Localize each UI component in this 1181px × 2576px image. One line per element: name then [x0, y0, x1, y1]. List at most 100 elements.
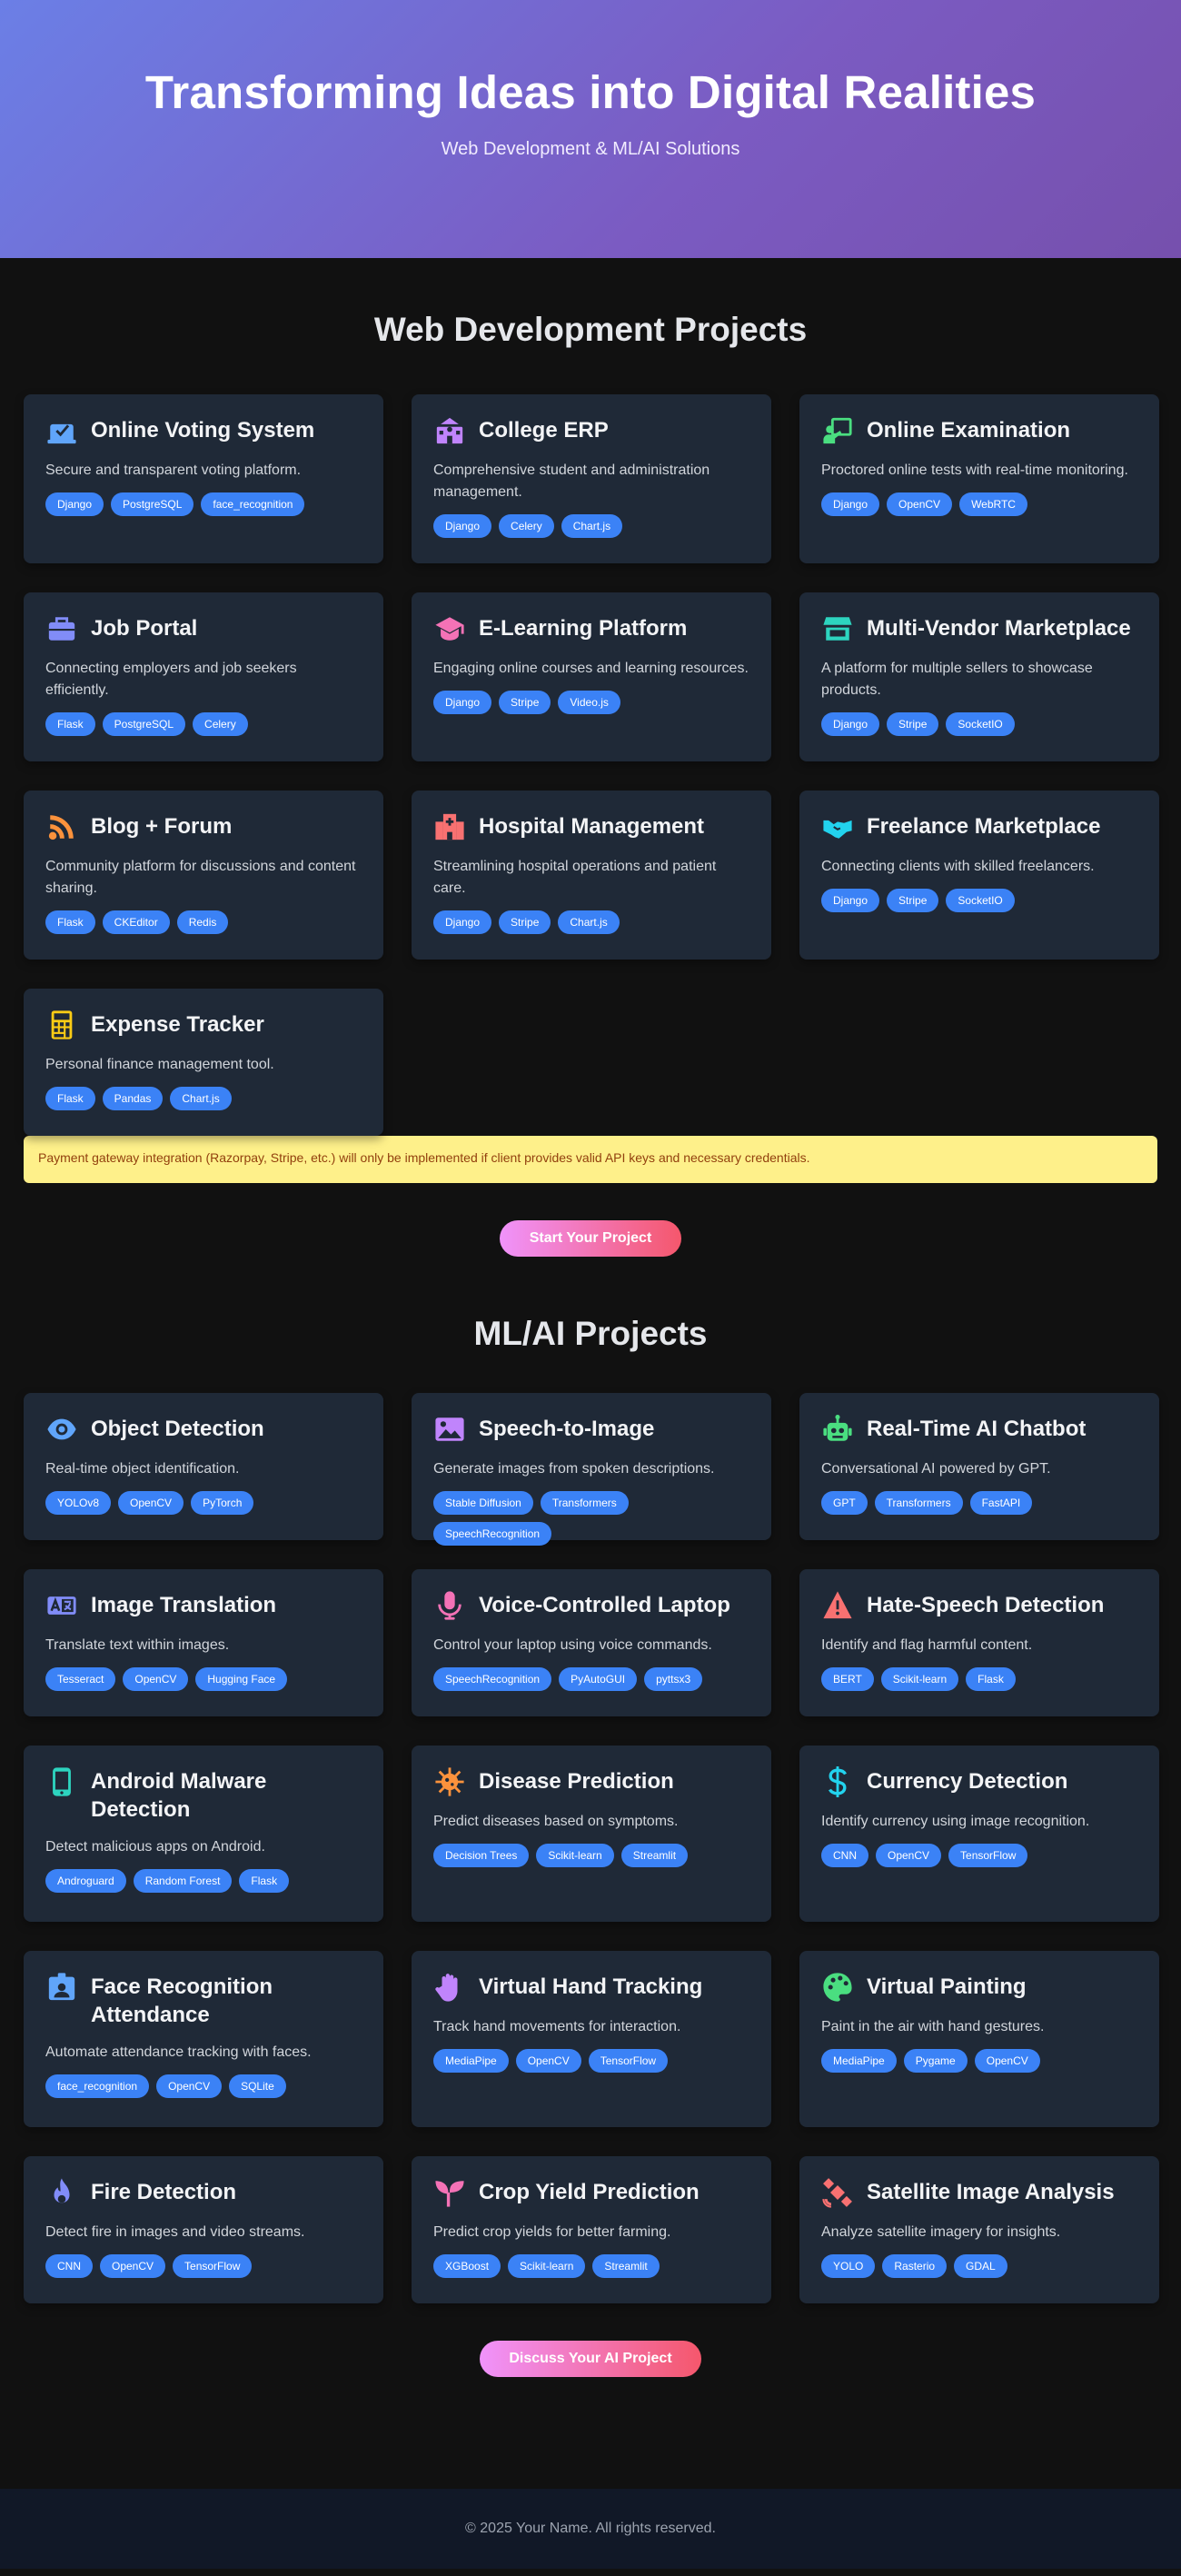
- project-card: Image Translation Translate text within i…: [24, 1569, 383, 1716]
- calculator-icon: [45, 1009, 78, 1041]
- card-header: Object Detection: [45, 1413, 362, 1446]
- project-card: Object Detection Real-time object identif…: [24, 1393, 383, 1540]
- tech-tag: OpenCV: [515, 2049, 581, 2073]
- card-title: Freelance Marketplace: [867, 814, 1101, 839]
- project-card: Voice-Controlled Laptop Control your lapt…: [412, 1569, 771, 1716]
- web-projects-section: Web Development Projects Online Voting S…: [0, 311, 1181, 1136]
- tech-tag: Random Forest: [133, 1869, 233, 1893]
- card-description: Predict crop yields for better farming.: [433, 2224, 671, 2240]
- project-card: Virtual Hand Tracking Track hand movement…: [412, 1951, 771, 2127]
- start-project-button[interactable]: Start Your Project: [500, 1220, 681, 1257]
- tech-tag: Rasterio: [882, 2254, 948, 2278]
- project-card: Android Malware Detection Detect maliciou…: [24, 1746, 383, 1922]
- tech-tag: Transformers: [874, 1491, 963, 1515]
- card-header: Crop Yield Prediction: [433, 2176, 749, 2209]
- seedling-icon: [433, 2176, 466, 2209]
- tech-tags: SpeechRecognition PyAutoGUI pyttsx3: [433, 1667, 749, 1691]
- tech-tag: MediaPipe: [433, 2049, 509, 2073]
- tech-tag: Django: [821, 492, 880, 516]
- tech-tag: Django: [45, 492, 104, 516]
- card-title: Hate-Speech Detection: [867, 1593, 1105, 1617]
- tech-tag: PyTorch: [191, 1491, 254, 1515]
- project-card: Face Recognition Attendance Automate atte…: [24, 1951, 383, 2127]
- card-title: College ERP: [479, 418, 609, 443]
- tech-tag: PostgreSQL: [111, 492, 194, 516]
- card-title: Face Recognition Attendance: [91, 1974, 273, 2027]
- graduation-cap-icon: [433, 612, 466, 645]
- tech-tag: Chart.js: [558, 910, 620, 934]
- tech-tag: OpenCV: [118, 1491, 184, 1515]
- card-title: Hospital Management: [479, 814, 705, 839]
- tech-tag: Django: [821, 712, 880, 736]
- tech-tags: Tesseract OpenCV Hugging Face: [45, 1667, 362, 1691]
- project-card: Online Voting System Secure and transpare…: [24, 394, 383, 563]
- tech-tag: SpeechRecognition: [433, 1522, 552, 1546]
- card-description: Streamlining hospital operations and pat…: [433, 859, 717, 896]
- tech-tag: OpenCV: [156, 2074, 223, 2098]
- tech-tag: XGBoost: [433, 2254, 501, 2278]
- card-description: Connecting clients with skilled freelanc…: [821, 859, 1095, 874]
- tech-tags: GPT Transformers FastAPI: [821, 1491, 1137, 1515]
- card-header: Speech-to-Image: [433, 1413, 749, 1446]
- tech-tag: Stripe: [887, 889, 939, 912]
- tech-tag: Flask: [45, 712, 95, 736]
- hero-title: Transforming Ideas into Digital Realitie…: [144, 66, 1037, 118]
- tech-tags: face_recognition OpenCV SQLite: [45, 2074, 362, 2098]
- tech-tag: Django: [433, 514, 492, 538]
- microphone-icon: [433, 1589, 466, 1622]
- card-description: Automate attendance tracking with faces.: [45, 2044, 312, 2060]
- tech-tag: GPT: [821, 1491, 868, 1515]
- warning-icon: [821, 1589, 854, 1622]
- tech-tag: Scikit-learn: [536, 1844, 614, 1867]
- project-card: Speech-to-Image Generate images from spok…: [412, 1393, 771, 1546]
- fire-icon: [45, 2176, 78, 2209]
- tech-tags: Flask Pandas Chart.js: [45, 1087, 362, 1110]
- card-description: Control your laptop using voice commands…: [433, 1637, 712, 1653]
- briefcase-icon: [45, 612, 78, 645]
- project-card: Multi-Vendor Marketplace A platform for m…: [799, 592, 1159, 761]
- tech-tag: OpenCV: [123, 1667, 189, 1691]
- robot-icon: [821, 1413, 854, 1446]
- footer: © 2025 Your Name. All rights reserved.: [0, 2489, 1181, 2569]
- project-card: Hospital Management Streamlining hospital…: [412, 791, 771, 960]
- tech-tag: BERT: [821, 1667, 874, 1691]
- vote-icon: [45, 414, 78, 447]
- project-card: Online Examination Proctored online tests…: [799, 394, 1159, 563]
- ml-section-title: ML/AI Projects: [473, 1315, 708, 1352]
- card-header: Expense Tracker: [45, 1009, 362, 1041]
- card-title: Virtual Hand Tracking: [479, 1974, 703, 1999]
- card-title: Disease Prediction: [479, 1769, 674, 1794]
- tech-tag: OpenCV: [887, 492, 953, 516]
- tech-tag: Django: [433, 910, 492, 934]
- hero-subtitle: Web Development & ML/AI Solutions: [441, 139, 740, 159]
- tech-tag: SocketIO: [946, 889, 1015, 912]
- tech-tag: PostgreSQL: [102, 712, 186, 736]
- card-header: Android Malware Detection: [45, 1765, 362, 1824]
- tech-tag: CKEditor: [102, 910, 170, 934]
- tech-tag: Stripe: [499, 910, 551, 934]
- discuss-ai-project-button[interactable]: Discuss Your AI Project: [480, 2341, 701, 2377]
- language-icon: [45, 1589, 78, 1622]
- card-description: Proctored online tests with real-time mo…: [821, 462, 1128, 478]
- tech-tag: Stripe: [499, 691, 551, 714]
- tech-tag: Redis: [176, 910, 229, 934]
- tech-tags: Decision Trees Scikit-learn Streamlit: [433, 1844, 749, 1867]
- project-card: Currency Detection Identify currency usin…: [799, 1746, 1159, 1922]
- card-description: Personal finance management tool.: [45, 1057, 274, 1072]
- card-description: Community platform for discussions and c…: [45, 859, 356, 896]
- tech-tag: Video.js: [558, 691, 620, 714]
- card-header: Face Recognition Attendance: [45, 1971, 362, 2029]
- card-description: Predict diseases based on symptoms.: [433, 1814, 679, 1829]
- tech-tag: Django: [433, 691, 492, 714]
- payment-notice: Payment gateway integration (Razorpay, S…: [24, 1136, 1157, 1183]
- tech-tag: TensorFlow: [588, 2049, 669, 2073]
- card-title: Speech-to-Image: [479, 1417, 655, 1441]
- card-description: Detect fire in images and video streams.: [45, 2224, 305, 2240]
- tech-tag: TensorFlow: [948, 1844, 1028, 1867]
- card-title: Multi-Vendor Marketplace: [867, 616, 1131, 641]
- tech-tag: Flask: [45, 1087, 95, 1110]
- tech-tag: MediaPipe: [821, 2049, 897, 2073]
- card-description: Comprehensive student and administration…: [433, 462, 710, 500]
- satellite-icon: [821, 2176, 854, 2209]
- card-title: Android Malware Detection: [91, 1769, 267, 1822]
